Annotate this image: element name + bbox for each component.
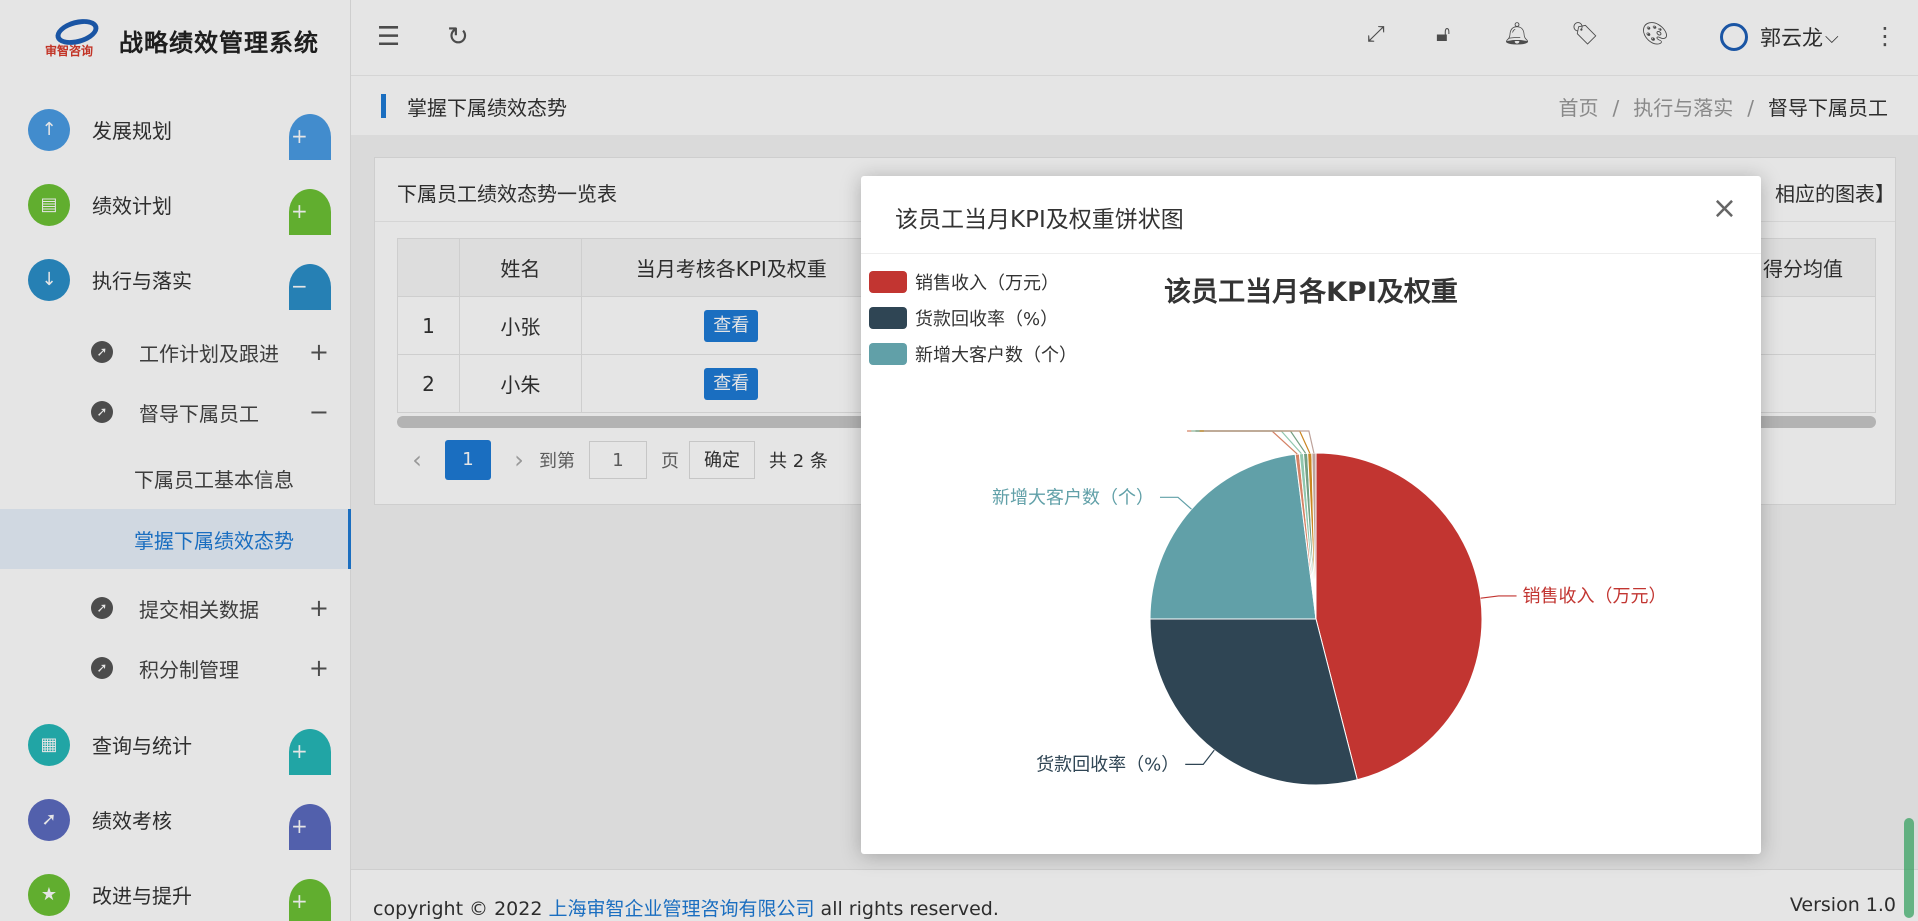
label-line: [1195, 430, 1307, 454]
scroll-indicator: [1904, 818, 1914, 918]
pie-chart: 该员工当月各KPI及权重 销售收入（万元） 货款回收率（%） 新增大客户数（个） 销…: [861, 254, 1761, 854]
slice-label: 销售收入（万元）: [1523, 586, 1667, 607]
modal-title: 该员工当月KPI及权重饼状图: [895, 207, 1184, 233]
chart-modal: 该员工当月KPI及权重饼状图 × 该员工当月各KPI及权重 销售收入（万元） 货款…: [861, 176, 1761, 854]
label-line: [1185, 749, 1215, 765]
close-icon[interactable]: ×: [1712, 194, 1737, 224]
pie-slice[interactable]: [1149, 453, 1317, 620]
slice-label: 货款回收率（%）: [1036, 754, 1179, 775]
label-line: [1159, 496, 1192, 510]
label-line: [1480, 595, 1517, 599]
pie-svg: 销售收入（万元） 货款回收率（%） 新增大客户数（个）: [992, 430, 1667, 786]
slice-label: 新增大客户数（个）: [992, 487, 1154, 508]
modal-header: 该员工当月KPI及权重饼状图 ×: [861, 176, 1761, 254]
label-line: [1187, 430, 1298, 455]
